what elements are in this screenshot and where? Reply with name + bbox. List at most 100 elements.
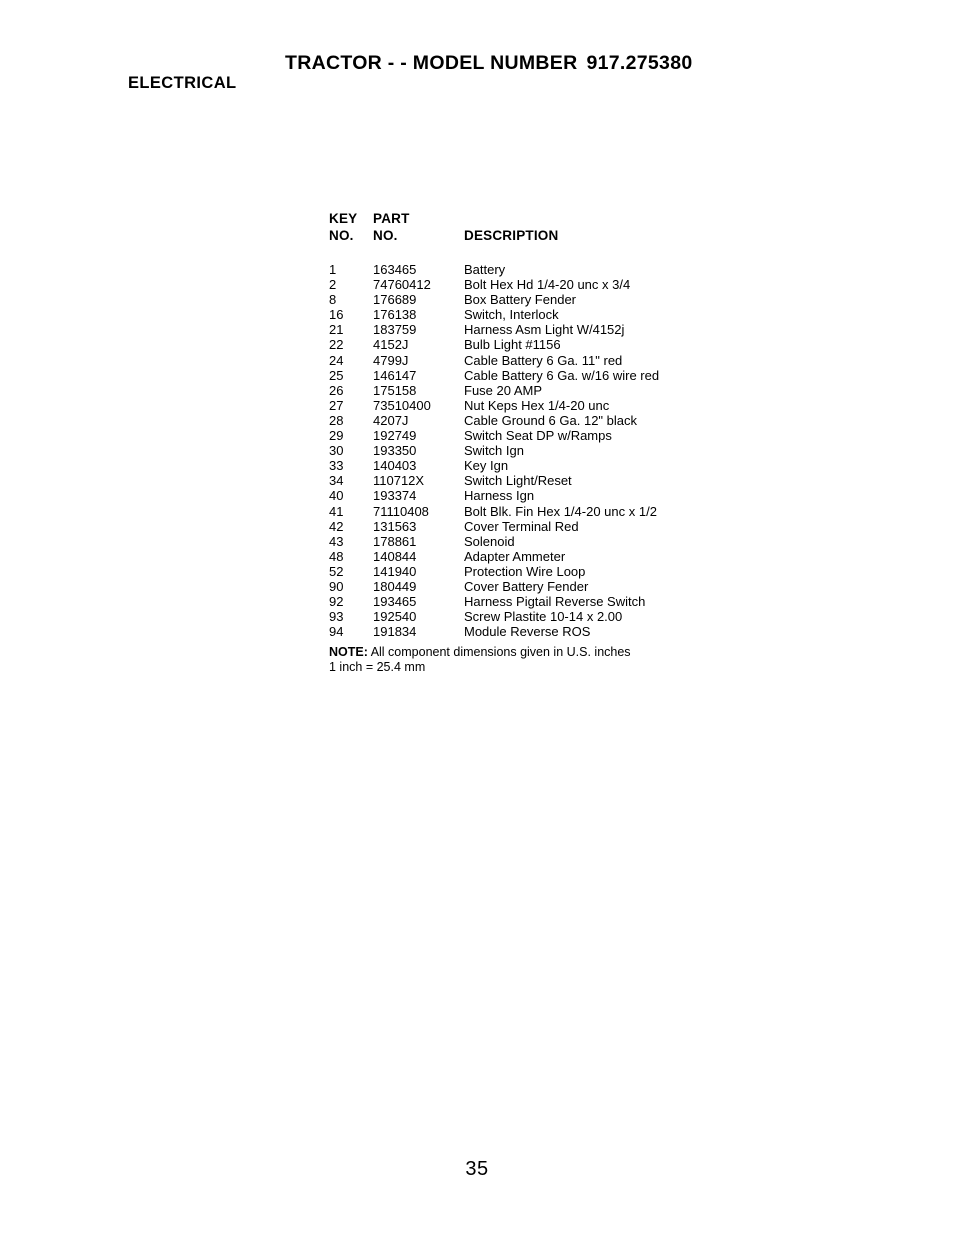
cell-part-no: 131563 [373, 518, 417, 534]
cell-key-no: 28 [329, 412, 344, 428]
cell-key-no: 29 [329, 428, 344, 444]
table-row: 28 4207J Cable Ground 6 Ga. 12" black [329, 413, 729, 428]
cell-part-no: 180449 [373, 578, 417, 594]
column-header-part-line2: NO. [373, 228, 398, 243]
cell-part-no: 193350 [373, 443, 417, 459]
table-row: 92 193465 Harness Pigtail Reverse Switch [329, 594, 729, 609]
cell-key-no: 24 [329, 352, 344, 368]
table-header-row-1: KEY PART [329, 210, 729, 227]
cell-description: Bolt Blk. Fin Hex 1/4-20 unc x 1/2 [464, 503, 657, 519]
cell-part-no: 176138 [373, 307, 417, 323]
column-header-key-line2: NO. [329, 228, 354, 243]
cell-description: Battery [464, 262, 506, 277]
cell-key-no: 26 [329, 382, 344, 398]
cell-description: Harness Asm Light W/4152j [464, 322, 625, 338]
cell-description: Harness Ign [464, 488, 535, 504]
cell-part-no: 176689 [373, 292, 417, 308]
cell-part-no: 175158 [373, 382, 417, 398]
cell-key-no: 93 [329, 609, 344, 625]
cell-key-no: 33 [329, 458, 344, 474]
cell-key-no: 8 [329, 292, 337, 308]
cell-description: Protection Wire Loop [464, 563, 586, 579]
cell-key-no: 34 [329, 473, 344, 489]
cell-part-no: 74760412 [373, 277, 431, 293]
column-header-description: DESCRIPTION [464, 228, 559, 243]
document-title-text: TRACTOR - - MODEL NUMBER [285, 52, 578, 74]
cell-part-no: 178861 [373, 533, 417, 549]
table-header-row-2: NO. NO. DESCRIPTION [329, 227, 729, 244]
table-row: 94 191834 Module Reverse ROS [329, 624, 729, 639]
cell-key-no: 2 [329, 277, 337, 293]
cell-part-no: 193465 [373, 594, 417, 610]
cell-part-no: 141940 [373, 563, 417, 579]
cell-key-no: 52 [329, 563, 344, 579]
table-row: 27 73510400 Nut Keps Hex 1/4-20 unc [329, 398, 729, 413]
cell-part-no: 140403 [373, 458, 417, 474]
cell-key-no: 42 [329, 518, 344, 534]
cell-part-no: 4799J [373, 352, 409, 368]
table-row: 90 180449 Cover Battery Fender [329, 579, 729, 594]
cell-part-no: 183759 [373, 322, 417, 338]
table-header: KEY PART NO. NO. DESCRIPTION [329, 210, 729, 244]
cell-description: Fuse 20 AMP [464, 382, 543, 398]
cell-key-no: 16 [329, 307, 344, 323]
table-row: 41 71110408 Bolt Blk. Fin Hex 1/4-20 unc x… [329, 504, 729, 519]
table-row: 34 110712X Switch Light/Reset [329, 473, 729, 488]
cell-description: Cover Battery Fender [464, 578, 589, 594]
cell-description: Adapter Ammeter [464, 548, 566, 564]
note-line-1: All component dimensions given in U.S. i… [370, 645, 631, 659]
cell-key-no: 25 [329, 367, 344, 383]
cell-key-no: 41 [329, 503, 344, 519]
table-row: 2 74760412 Bolt Hex Hd 1/4-20 unc x 3/4 [329, 277, 729, 292]
cell-description: Cable Battery 6 Ga. 11" red [464, 352, 623, 368]
table-row: 16 176138 Switch, Interlock [329, 307, 729, 322]
cell-part-no: 191834 [373, 624, 417, 640]
cell-part-no: 163465 [373, 262, 417, 277]
cell-key-no: 21 [329, 322, 344, 338]
cell-part-no: 192540 [373, 609, 417, 625]
cell-description: Bolt Hex Hd 1/4-20 unc x 3/4 [464, 277, 631, 293]
table-row: 30 193350 Switch Ign [329, 443, 729, 458]
table-row: 93 192540 Screw Plastite 10-14 x 2.00 [329, 609, 729, 624]
cell-description: Switch Ign [464, 443, 524, 459]
column-header-part-line1: PART [373, 211, 410, 226]
parts-list-table: KEY PART NO. NO. DESCRIPTION 1 163465 Battery… [329, 210, 729, 639]
cell-part-no: 192749 [373, 428, 417, 444]
cell-description: Module Reverse ROS [464, 624, 591, 640]
table-row: 21 183759 Harness Asm Light W/4152j [329, 322, 729, 337]
table-row: 22 4152J Bulb Light #1156 [329, 337, 729, 352]
cell-description: Key Ign [464, 458, 509, 474]
note-label: NOTE: [329, 645, 368, 659]
table-row: 24 4799J Cable Battery 6 Ga. 11" red [329, 353, 729, 368]
cell-key-no: 27 [329, 397, 344, 413]
cell-part-no: 4152J [373, 337, 409, 353]
cell-description: Switch Seat DP w/Ramps [464, 428, 612, 444]
table-row: 40 193374 Harness Ign [329, 488, 729, 503]
cell-part-no: 73510400 [373, 397, 431, 413]
cell-key-no: 40 [329, 488, 344, 504]
cell-description: Cover Terminal Red [464, 518, 579, 534]
cell-description: Screw Plastite 10-14 x 2.00 [464, 609, 623, 625]
cell-part-no: 4207J [373, 412, 409, 428]
table-row: 8 176689 Box Battery Fender [329, 292, 729, 307]
section-label: ELECTRICAL [128, 74, 237, 92]
table-row: 43 178861 Solenoid [329, 534, 729, 549]
cell-description: Solenoid [464, 533, 515, 549]
column-header-key-line1: KEY [329, 211, 358, 226]
cell-description: Switch Light/Reset [464, 473, 572, 489]
cell-key-no: 1 [329, 262, 337, 277]
cell-key-no: 48 [329, 548, 344, 564]
cell-description: Bulb Light #1156 [464, 337, 561, 353]
cell-description: Nut Keps Hex 1/4-20 unc [464, 397, 610, 413]
cell-description: Cable Battery 6 Ga. w/16 wire red [464, 367, 660, 383]
cell-part-no: 193374 [373, 488, 417, 504]
table-row: 26 175158 Fuse 20 AMP [329, 383, 729, 398]
table-row: 52 141940 Protection Wire Loop [329, 564, 729, 579]
document-page: TRACTOR - - MODEL NUMBER 917.275380 ELECT… [0, 0, 954, 1235]
cell-key-no: 94 [329, 624, 344, 640]
cell-key-no: 43 [329, 533, 344, 549]
note-line-2: 1 inch = 25.4 mm [329, 660, 426, 674]
document-title: TRACTOR - - MODEL NUMBER 917.275380 [285, 52, 693, 75]
parts-rows-container: 1 163465 Battery 2 74760412 Bolt Hex Hd 1/4-2… [329, 262, 729, 639]
table-row: 29 192749 Switch Seat DP w/Ramps [329, 428, 729, 443]
